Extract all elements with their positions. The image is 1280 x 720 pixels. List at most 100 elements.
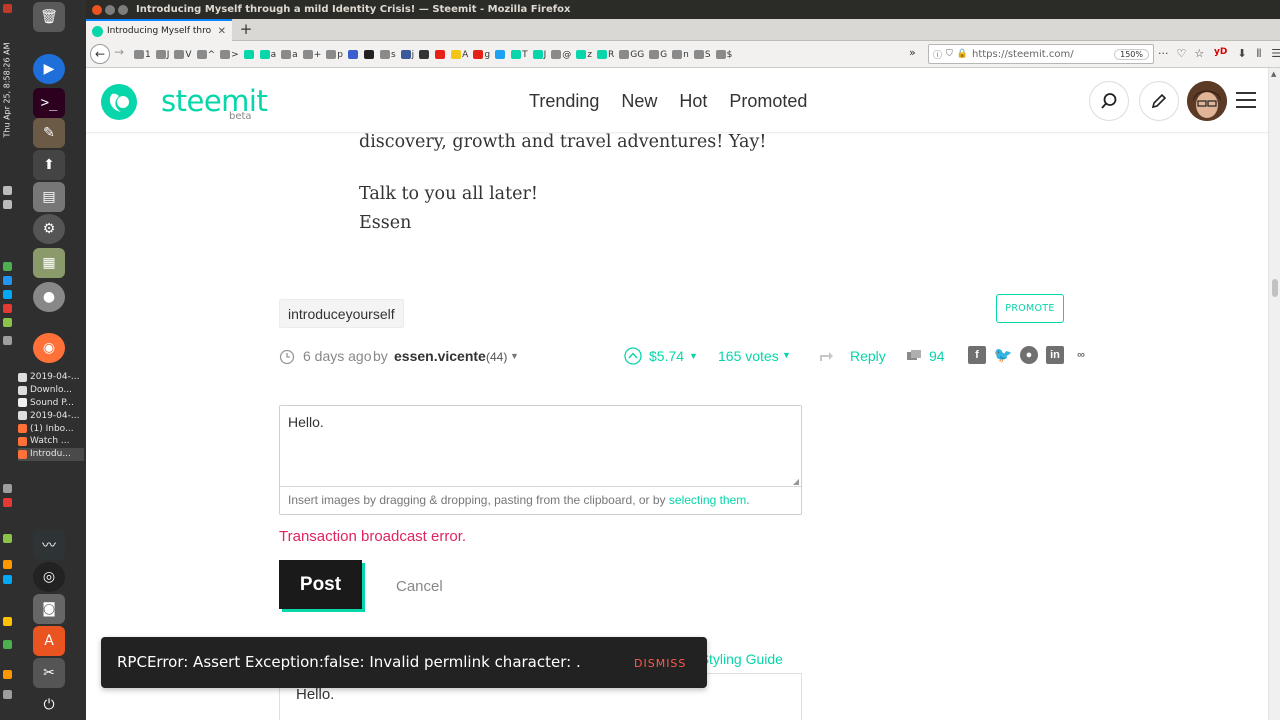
dock-mini-icon[interactable] (3, 318, 12, 327)
dock-task-item[interactable]: 2019-04-... (18, 409, 84, 422)
camera-icon[interactable]: ◙ (33, 594, 65, 624)
pocket-icon[interactable]: ♡ (1177, 47, 1187, 60)
bookmark-item[interactable] (347, 50, 359, 59)
votes-count[interactable]: 165 votes (718, 348, 779, 364)
bookmark-item[interactable]: 1 (134, 50, 151, 60)
compose-button[interactable] (1139, 81, 1179, 121)
firefox-icon[interactable]: ◉ (33, 333, 65, 363)
bookmark-item[interactable]: g (473, 50, 490, 60)
dock-mini-icon[interactable] (3, 534, 12, 543)
bookmark-item[interactable] (435, 50, 446, 59)
power-icon[interactable]: ⏻ (33, 690, 65, 720)
bookmark-item[interactable]: a (259, 50, 276, 60)
page-actions-icon[interactable]: ··· (1158, 47, 1169, 60)
dock-mini-icon[interactable] (3, 560, 12, 569)
bookmark-item[interactable]: A (451, 50, 468, 60)
bookmark-item[interactable]: T (511, 50, 528, 60)
payout-dropdown-icon[interactable]: ▼ (689, 351, 698, 361)
close-tab-icon[interactable]: ✕ (218, 26, 226, 37)
bookmark-item[interactable]: @ (551, 50, 571, 60)
download-icon[interactable]: ⬇ (1237, 47, 1246, 61)
dock-task-item[interactable]: Downlo... (18, 384, 84, 397)
trash-icon[interactable]: 🗑 (33, 2, 65, 32)
bookmark-item[interactable] (495, 50, 506, 59)
author-link[interactable]: essen.vicente (394, 348, 486, 364)
bookmark-item[interactable]: ^ (196, 50, 215, 60)
resize-grip-icon[interactable]: ◢ (793, 477, 799, 486)
user-avatar[interactable] (1187, 81, 1227, 121)
dock-mini-icon[interactable] (3, 186, 12, 195)
dock-task-item[interactable]: Sound P... (18, 397, 84, 410)
back-button[interactable]: ← (90, 44, 110, 64)
obs-icon[interactable]: ◎ (33, 562, 65, 592)
votes-dropdown-icon[interactable]: ▼ (782, 350, 791, 360)
dock-mini-icon[interactable] (3, 290, 12, 299)
dock-mini-icon[interactable] (3, 640, 12, 649)
promote-button[interactable]: PROMOTE (996, 294, 1064, 323)
archive-icon[interactable]: ▦ (33, 248, 65, 278)
upvote-icon[interactable] (623, 346, 643, 366)
dock-mini-icon[interactable] (3, 304, 12, 313)
dock-mini-icon[interactable] (3, 200, 12, 209)
dock-mini-icon[interactable] (3, 336, 12, 345)
url-text[interactable]: https://steemit.com/ (972, 49, 1110, 60)
bookmark-item[interactable]: V (174, 50, 192, 60)
bookmark-item[interactable]: $ (715, 50, 732, 60)
lock-icon[interactable]: 🔒 (957, 49, 968, 59)
hamburger-menu-icon[interactable]: ☰ (1271, 47, 1280, 61)
dock-mini-icon[interactable] (3, 690, 12, 699)
select-images-link[interactable]: selecting them (669, 493, 746, 507)
dock-task-item[interactable]: 2019-04-... (18, 371, 84, 384)
dock-mini-icon[interactable] (3, 262, 12, 271)
bookmark-item[interactable]: p (326, 50, 343, 60)
bookmark-item[interactable]: GG (619, 50, 644, 60)
bookmark-item[interactable] (363, 50, 375, 59)
zoom-level[interactable]: 150% (1114, 48, 1149, 60)
tag-introduceyourself[interactable]: introduceyourself (279, 299, 404, 328)
cancel-button[interactable]: Cancel (396, 578, 443, 595)
gimp-icon[interactable]: ✎ (33, 118, 65, 148)
info-icon[interactable]: ⓘ (933, 48, 942, 61)
bookmark-item[interactable]: R (596, 50, 614, 60)
post-time[interactable]: 6 days ago (303, 348, 372, 364)
reddit-icon[interactable]: ● (1020, 346, 1038, 364)
disk-icon[interactable]: ● (33, 282, 65, 312)
screenshot-icon[interactable]: ✂ (33, 658, 65, 688)
site-menu-icon[interactable] (1236, 92, 1256, 108)
reblog-icon[interactable] (818, 349, 834, 363)
nav-trending[interactable]: Trending (529, 91, 599, 112)
dock-task-item[interactable]: Introdu... (18, 447, 84, 461)
dock-mini-icon[interactable] (3, 498, 12, 507)
bookmark-item[interactable] (243, 50, 255, 59)
dock-task-item[interactable]: Watch ... (18, 435, 84, 448)
media-player-icon[interactable]: ▶ (33, 54, 65, 84)
bookmark-item[interactable]: j (400, 50, 414, 60)
url-bar[interactable]: ⓘ ⛉ 🔒 https://steemit.com/ 150% (928, 44, 1154, 64)
settings-icon[interactable]: ⚙ (33, 214, 65, 244)
bookmark-item[interactable]: > (220, 50, 239, 60)
comment-count[interactable]: 94 (929, 348, 945, 364)
dock-mini-icon[interactable] (3, 670, 12, 679)
page-scrollbar[interactable]: ▲ (1268, 68, 1280, 720)
dock-mini-icon[interactable] (3, 484, 12, 493)
twitter-icon[interactable]: 🐦 (994, 346, 1013, 364)
link-icon[interactable]: ∞ (1072, 346, 1090, 364)
nav-new[interactable]: New (621, 91, 657, 112)
bookmark-item[interactable]: S (693, 50, 711, 60)
bookmark-item[interactable]: J (532, 50, 546, 60)
bookmark-item[interactable]: n (672, 50, 689, 60)
bookmark-item[interactable]: a (281, 50, 298, 60)
software-center-icon[interactable]: A (33, 626, 65, 656)
bookmark-item[interactable]: + (302, 50, 321, 60)
scrollbar-thumb[interactable] (1272, 279, 1278, 297)
steemit-logo[interactable]: steemit beta (99, 82, 269, 124)
new-tab-button[interactable]: + (237, 20, 255, 38)
upload-icon[interactable]: ⬆ (33, 150, 65, 180)
bookmark-item[interactable] (419, 50, 430, 59)
scanner-icon[interactable]: ▤ (33, 182, 65, 212)
reply-textarea[interactable] (280, 406, 801, 487)
linkedin-icon[interactable]: in (1046, 346, 1064, 364)
bookmark-item[interactable]: s (379, 50, 396, 60)
system-monitor-icon[interactable]: 〰 (33, 530, 65, 560)
maximize-window-button[interactable] (118, 4, 128, 15)
